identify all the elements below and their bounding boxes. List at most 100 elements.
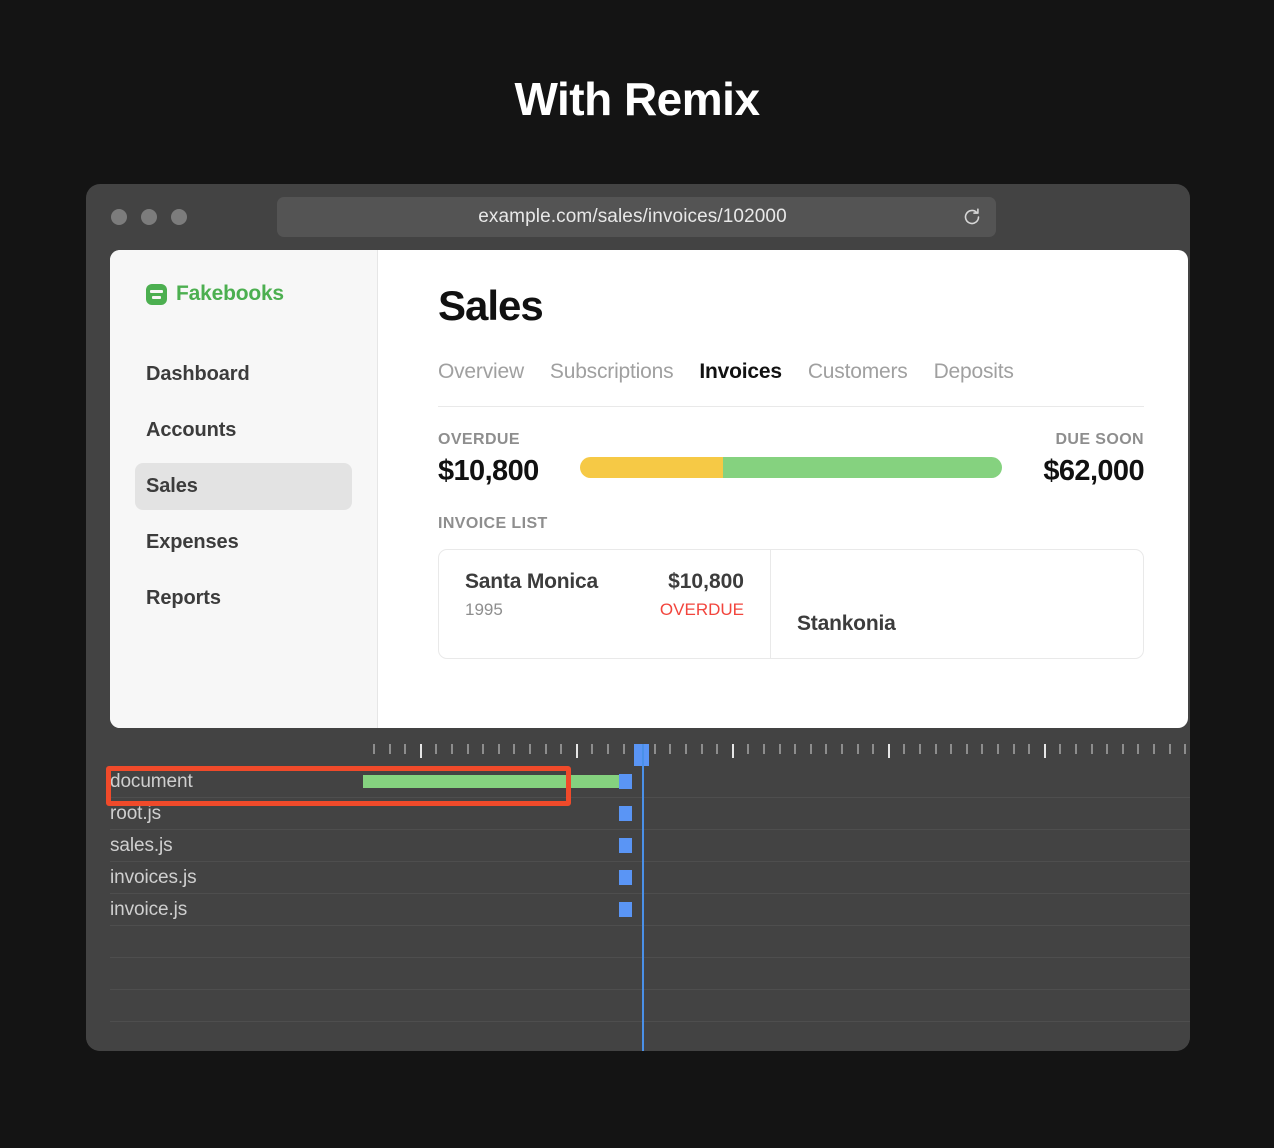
network-waterfall: document root.js sales.js invoices.js invoic… — [86, 744, 1190, 1051]
timeline-tick — [981, 744, 984, 754]
invoice-name: Santa Monica — [465, 570, 598, 593]
invoice-amount: $10,800 — [668, 570, 744, 593]
totals-summary: OVERDUE $10,800 DUE SOON $62,000 — [438, 431, 1145, 488]
reload-icon[interactable] — [952, 197, 992, 237]
timeline-tick — [965, 744, 968, 754]
invoice-status-badge: OVERDUE — [659, 600, 744, 619]
waterfall-row-label: invoices.js — [110, 867, 197, 888]
overdue-total: OVERDUE $10,800 — [438, 431, 558, 488]
timeline-tick — [466, 744, 469, 754]
timeline-tick — [872, 744, 875, 754]
invoice-list-item[interactable]: Santa Monica $10,800 1995 OVERDUE — [439, 550, 771, 658]
fakebooks-logo-icon — [146, 283, 167, 305]
timeline-tick — [575, 744, 578, 758]
timeline-tick — [747, 744, 750, 754]
bar-segment-due-soon — [723, 457, 1002, 478]
invoice-list-label: INVOICE LIST — [438, 515, 548, 532]
timeline-tick — [1075, 744, 1077, 754]
timeline-tick — [404, 744, 407, 754]
timeline-tick — [451, 744, 453, 754]
waterfall-request-marker — [619, 774, 632, 789]
waterfall-row-label: document — [110, 771, 193, 792]
timeline-tick — [1043, 744, 1046, 758]
browser-window: example.com/sales/invoices/102000 Fakebo… — [86, 184, 1190, 1051]
timeline-tick — [794, 744, 797, 754]
waterfall-row[interactable]: invoices.js — [110, 862, 1190, 894]
waterfall-request-marker — [619, 870, 632, 885]
timeline-tick — [825, 744, 828, 754]
url-bar[interactable]: example.com/sales/invoices/102000 — [277, 197, 996, 237]
timeline-tick — [778, 744, 781, 754]
timeline-tick — [435, 744, 438, 754]
timeline-tick — [1137, 744, 1140, 754]
overdue-duesoon-bar — [580, 457, 1002, 478]
waterfall-row[interactable] — [110, 926, 1190, 958]
brand-name: Fakebooks — [176, 282, 284, 305]
timeline-tick — [841, 744, 843, 754]
brand[interactable]: Fakebooks — [110, 282, 377, 306]
sidebar-item-expenses[interactable]: Expenses — [135, 519, 352, 566]
waterfall-row[interactable] — [110, 990, 1190, 1022]
sidebar-item-dashboard[interactable]: Dashboard — [135, 351, 352, 398]
invoice-detail-panel[interactable]: Stankonia — [771, 550, 1143, 658]
waterfall-row[interactable]: invoice.js — [110, 894, 1190, 926]
waterfall-request-marker — [619, 902, 632, 917]
tab-bar: Overview Subscriptions Invoices Customer… — [438, 360, 1144, 407]
timeline-tick — [1184, 744, 1187, 754]
timeline-tick — [716, 744, 719, 754]
tab-deposits[interactable]: Deposits — [934, 360, 1014, 384]
sidebar-item-sales[interactable]: Sales — [135, 463, 352, 510]
page-heading: Sales — [438, 282, 544, 329]
waterfall-row[interactable]: document — [110, 766, 1190, 798]
timeline-tick — [622, 744, 625, 754]
url-input[interactable]: example.com/sales/invoices/102000 — [277, 206, 952, 228]
timeline-tick — [497, 744, 500, 754]
timeline-tick — [1106, 744, 1109, 754]
waterfall-timing-bar — [363, 775, 630, 788]
timeline-tick — [529, 744, 531, 754]
traffic-lights — [111, 209, 187, 225]
timeline-playhead — [642, 744, 644, 1051]
browser-chrome: example.com/sales/invoices/102000 — [86, 184, 1190, 249]
timeline-tick — [856, 744, 859, 754]
timeline-tick — [1090, 744, 1093, 754]
timeline-tick — [1168, 744, 1171, 754]
waterfall-row[interactable] — [110, 958, 1190, 990]
maximize-dot-icon[interactable] — [171, 209, 187, 225]
waterfall-row[interactable]: root.js — [110, 798, 1190, 830]
tab-subscriptions[interactable]: Subscriptions — [550, 360, 674, 384]
timeline-tick — [997, 744, 999, 754]
tab-invoices[interactable]: Invoices — [699, 360, 782, 384]
app-sidebar: Fakebooks Dashboard Accounts Sales Expen… — [110, 250, 378, 728]
timeline-tick — [887, 744, 890, 758]
close-dot-icon[interactable] — [111, 209, 127, 225]
timeline-tick — [1121, 744, 1124, 754]
timeline-tick — [513, 744, 516, 754]
sidebar-item-accounts[interactable]: Accounts — [135, 407, 352, 454]
waterfall-request-marker — [619, 838, 632, 853]
timeline-tick — [373, 744, 375, 754]
timeline-tick — [653, 744, 656, 754]
app-viewport: Fakebooks Dashboard Accounts Sales Expen… — [110, 250, 1188, 728]
timeline-tick — [591, 744, 594, 754]
timeline-tick — [903, 744, 906, 754]
overdue-label: OVERDUE — [438, 431, 520, 448]
timeline-tick — [482, 744, 485, 754]
invoice-list: Santa Monica $10,800 1995 OVERDUE Stanko… — [438, 549, 1144, 659]
sidebar-nav: Dashboard Accounts Sales Expenses Report… — [110, 351, 377, 622]
tab-overview[interactable]: Overview — [438, 360, 524, 384]
waterfall-row-label: sales.js — [110, 835, 173, 856]
sidebar-item-reports[interactable]: Reports — [135, 575, 352, 622]
page-title: With Remix — [514, 73, 760, 125]
waterfall-row-label: root.js — [110, 803, 162, 824]
timeline-tick — [731, 744, 734, 758]
timeline-tick — [919, 744, 921, 754]
timeline-tick — [809, 744, 812, 754]
waterfall-row[interactable]: sales.js — [110, 830, 1190, 862]
minimize-dot-icon[interactable] — [141, 209, 157, 225]
due-soon-label: DUE SOON — [1055, 431, 1144, 448]
timeline-tick — [700, 744, 703, 754]
tab-customers[interactable]: Customers — [808, 360, 908, 384]
timeline-tick — [669, 744, 672, 754]
main-content: Sales Overview Subscriptions Invoices Cu… — [378, 250, 1188, 728]
